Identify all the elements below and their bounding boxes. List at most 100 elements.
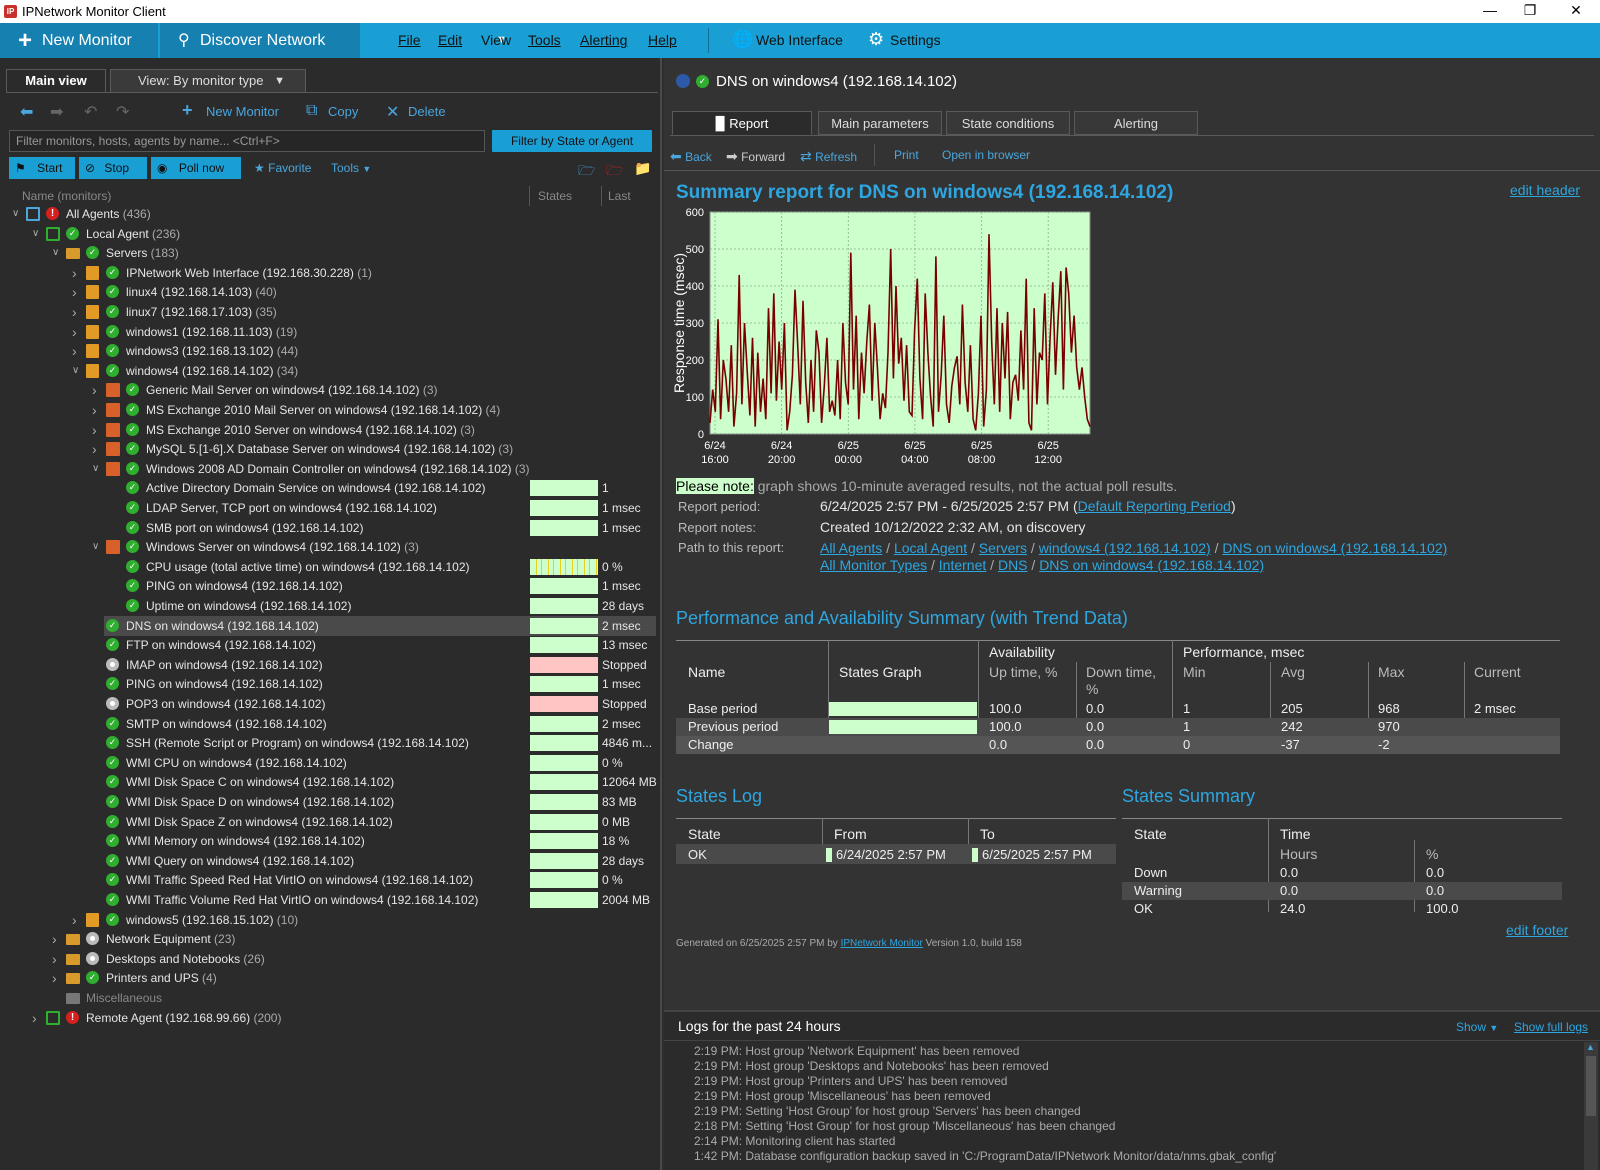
menu-alerting[interactable]: Alerting (580, 32, 627, 48)
expanded-chevron-icon[interactable]: ∨ (72, 361, 82, 381)
tree-row[interactable]: › ✓ windows1 (192.168.11.103) (19) (0, 322, 520, 342)
collapsed-chevron-icon[interactable]: › (92, 439, 102, 459)
path-link[interactable]: windows4 (192.168.14.102) (1039, 540, 1211, 556)
tree-row[interactable]: ∨ ✓ Windows Server on windows4 (192.168.14… (0, 537, 520, 557)
column-graph-header[interactable]: States Grap (536, 186, 602, 206)
path-link[interactable]: Internet (939, 557, 986, 573)
back-button[interactable]: ⬅ Back (670, 148, 712, 165)
close-button[interactable]: ✕ (1566, 2, 1586, 20)
path-link[interactable]: Local Agent (894, 540, 967, 556)
tree-row[interactable]: › ✓ Generic Mail Server on windows4 (192.1… (0, 380, 520, 400)
tree-row[interactable]: › Network Equipment (23) (0, 929, 520, 949)
tree-row[interactable]: ∨ ✓ Servers (183) (0, 243, 520, 263)
undo-icon[interactable]: ↶ (84, 102, 97, 122)
collapsed-chevron-icon[interactable]: › (72, 282, 82, 302)
collapsed-chevron-icon[interactable]: › (52, 929, 62, 949)
tab-state-conditions[interactable]: State conditions (946, 111, 1070, 135)
collapsed-chevron-icon[interactable]: › (92, 420, 102, 440)
path-link[interactable]: Servers (979, 540, 1027, 556)
tab-main-parameters[interactable]: Main parameters (818, 111, 942, 135)
collapsed-chevron-icon[interactable]: › (92, 380, 102, 400)
discover-network-button[interactable]: ⚲ Discover Network ▼ (160, 23, 507, 58)
tree-row[interactable]: ∨! All Agents (436) (0, 204, 520, 224)
copy-icon[interactable]: ⧉ (306, 102, 317, 120)
tree-row[interactable]: ✓ Uptime on windows4 (192.168.14.102) (0, 596, 520, 616)
tree-row[interactable]: IMAP on windows4 (192.168.14.102) (0, 655, 520, 675)
folder-remove-icon[interactable]: 🗁 (606, 160, 623, 184)
column-name-header[interactable]: Name (monitors) (22, 186, 530, 206)
tree-row[interactable]: ✓ SSH (Remote Script or Program) on windo… (0, 733, 520, 753)
collapsed-chevron-icon[interactable]: › (72, 263, 82, 283)
path-link[interactable]: DNS on windows4 (192.168.14.102) (1222, 540, 1447, 556)
forward-arrow-icon[interactable]: ➡ (50, 102, 63, 122)
print-button[interactable]: Print (894, 148, 919, 162)
copy-link[interactable]: Copy (328, 104, 358, 119)
tree-row[interactable]: › ✓ MS Exchange 2010 Mail Server on window… (0, 400, 520, 420)
tree-row[interactable]: ✓ SMB port on windows4 (192.168.14.102) (0, 518, 520, 538)
poll-now-button[interactable]: ◉ Poll now (151, 157, 241, 179)
scroll-up-icon[interactable]: ▲ (1586, 1042, 1595, 1052)
collapsed-chevron-icon[interactable]: › (92, 400, 102, 420)
tree-row[interactable]: › ✓ Printers and UPS (4) (0, 968, 520, 988)
tree-row[interactable]: ✓ WMI Memory on windows4 (192.168.14.102) (0, 831, 520, 851)
tree-row[interactable]: › Desktops and Notebooks (26) (0, 949, 520, 969)
filter-input[interactable]: Filter monitors, hosts, agents by name..… (9, 130, 485, 152)
expanded-chevron-icon[interactable]: ∨ (52, 243, 62, 263)
tree-row[interactable]: ✓ WMI Query on windows4 (192.168.14.102) (0, 851, 520, 871)
tab-view-by-type[interactable]: View: By monitor type ▼ (110, 69, 306, 93)
collapsed-chevron-icon[interactable]: › (52, 949, 62, 969)
tree-row[interactable]: › ✓ MySQL 5.[1-6].X Database Server on win… (0, 439, 520, 459)
stop-button[interactable]: ⊘ Stop (79, 157, 147, 179)
ipnetwork-monitor-link[interactable]: IPNetwork Monitor (841, 938, 923, 949)
favorite-button[interactable]: ★ Favorite (254, 161, 311, 175)
tree-row[interactable]: ✓ WMI Disk Space Z on windows4 (192.168.1… (0, 812, 520, 832)
path-link[interactable]: All Monitor Types (820, 557, 927, 573)
new-monitor-button[interactable]: + New Monitor (0, 23, 158, 58)
tree-row[interactable]: › ✓ MS Exchange 2010 Server on windows4 (1… (0, 420, 520, 440)
filter-by-state-button[interactable]: Filter by State or Agent (492, 130, 652, 152)
tree-row[interactable]: ✓ DNS on windows4 (192.168.14.102) (0, 616, 520, 636)
tools-dropdown[interactable]: Tools ▼ (331, 161, 371, 175)
tree-row[interactable]: Miscellaneous (0, 988, 520, 1008)
tree-row[interactable]: POP3 on windows4 (192.168.14.102) (0, 694, 520, 714)
edit-footer-link[interactable]: edit footer (1506, 922, 1568, 938)
tree-row[interactable]: ∨ ✓ windows4 (192.168.14.102) (34) (0, 361, 520, 381)
edit-header-link[interactable]: edit header (1510, 182, 1580, 198)
refresh-button[interactable]: ⇄ Refresh (800, 148, 857, 165)
menu-tools[interactable]: Tools (528, 32, 561, 48)
tree-row[interactable]: ✓ WMI Disk Space C on windows4 (192.168.1… (0, 772, 520, 792)
expanded-chevron-icon[interactable]: ∨ (32, 224, 42, 244)
tree-row[interactable]: ›! Remote Agent (192.168.99.66) (200) (0, 1008, 520, 1028)
tree-row[interactable]: ✓ SMTP on windows4 (192.168.14.102) (0, 714, 520, 734)
tree-row[interactable]: › ✓ linux7 (192.168.17.103) (35) (0, 302, 520, 322)
tab-alerting[interactable]: Alerting (1074, 111, 1198, 135)
back-arrow-icon[interactable]: ⬅ (20, 102, 33, 122)
logs-show-dropdown[interactable]: Show ▼ (1456, 1020, 1498, 1034)
collapsed-chevron-icon[interactable]: › (72, 302, 82, 322)
path-link[interactable]: DNS on windows4 (192.168.14.102) (1039, 557, 1264, 573)
tree-row[interactable]: ✓ PING on windows4 (192.168.14.102) (0, 674, 520, 694)
menu-file[interactable]: File (398, 32, 421, 48)
tab-main-view[interactable]: Main view (6, 69, 106, 93)
tree-row[interactable]: › ✓ linux4 (192.168.14.103) (40) (0, 282, 520, 302)
tree-row[interactable]: › ✓ IPNetwork Web Interface (192.168.30.22… (0, 263, 520, 283)
folder-open-icon[interactable]: 🗁 (578, 160, 595, 184)
maximize-button[interactable]: ❐ (1520, 2, 1540, 20)
collapsed-chevron-icon[interactable]: › (72, 322, 82, 342)
tree-row[interactable]: ∨ ✓ Windows 2008 AD Domain Controller on w… (0, 459, 530, 479)
tree-row[interactable]: › ✓ windows5 (192.168.15.102) (10) (0, 910, 520, 930)
tree-row[interactable]: ✓ PING on windows4 (192.168.14.102) (0, 576, 520, 596)
menu-help[interactable]: Help (648, 32, 677, 48)
menu-view[interactable]: View (481, 32, 511, 48)
start-button[interactable]: ⚑ Start (9, 157, 75, 179)
open-in-browser-button[interactable]: Open in browser (942, 148, 1030, 162)
tab-report[interactable]: ▉ Report (672, 111, 812, 135)
default-period-link[interactable]: Default Reporting Period (1078, 498, 1231, 514)
delete-icon[interactable]: ✕ (386, 102, 399, 122)
tree-row[interactable]: ✓ WMI CPU on windows4 (192.168.14.102) (0, 753, 520, 773)
tree-row[interactable]: ∨ ✓ Local Agent (236) (0, 224, 520, 244)
expanded-chevron-icon[interactable]: ∨ (12, 204, 22, 224)
delete-link[interactable]: Delete (408, 104, 446, 119)
tree-row[interactable]: › ✓ windows3 (192.168.13.102) (44) (0, 341, 520, 361)
logs-scrollbar[interactable]: ▲ (1584, 1042, 1598, 1170)
